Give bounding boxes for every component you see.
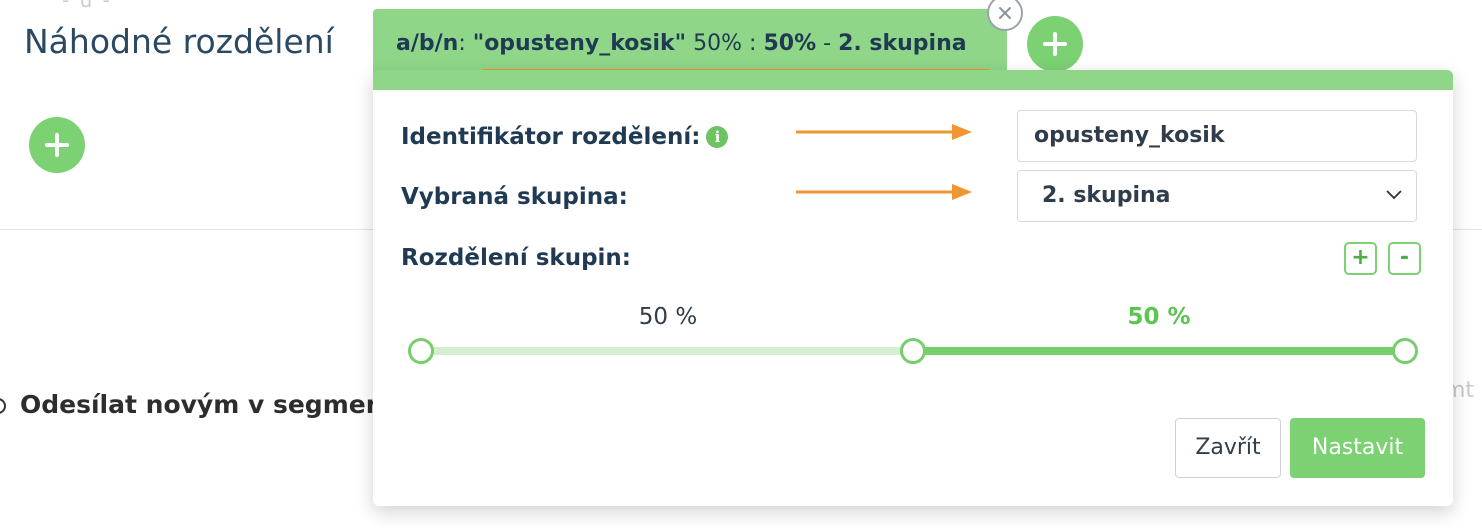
slider-handle-start[interactable] — [408, 338, 434, 364]
arrow-right-icon — [796, 184, 972, 200]
plus-icon — [45, 133, 69, 157]
tab-prefix: a/b/n — [396, 31, 459, 56]
split-label: Rozdělení skupin: — [401, 245, 631, 271]
close-button[interactable]: Zavřít — [1175, 418, 1281, 478]
tab-close-button[interactable] — [987, 0, 1023, 31]
submit-button[interactable]: Nastavit — [1290, 418, 1425, 478]
tab-identifier: "opusteny_kosik" — [472, 31, 687, 56]
tab-first-pct: 50% — [693, 31, 743, 56]
add-group-button[interactable]: + — [1344, 242, 1377, 275]
group-label: Vybraná skupina: — [401, 184, 628, 210]
slider-handle-middle[interactable] — [900, 338, 926, 364]
plus-icon — [1043, 32, 1067, 56]
tab-dash: - — [823, 31, 832, 56]
add-tab-button[interactable] — [1027, 16, 1083, 72]
identifier-input[interactable]: opusteny_kosik — [1017, 110, 1417, 162]
split-settings-panel: Identifikátor rozdělení: i opusteny_kosik… — [373, 70, 1453, 506]
group-select[interactable]: 2. skupina — [1017, 170, 1417, 222]
segment-radio[interactable] — [0, 398, 6, 414]
group-2-percent: 50 % — [1127, 304, 1191, 330]
page-title: Náhodné rozdělení — [24, 22, 334, 61]
add-block-button[interactable] — [29, 117, 85, 173]
remove-group-button[interactable]: - — [1388, 242, 1421, 275]
top-dash: - u - — [62, 0, 112, 12]
info-icon[interactable]: i — [706, 126, 729, 148]
tab-summary: a/b/n: "opusteny_kosik" 50% : 50% - 2. s… — [396, 31, 967, 56]
arrow-right-icon — [796, 124, 972, 140]
identifier-label: Identifikátor rozdělení: i — [401, 124, 729, 150]
segment-option-label: Odesílat novým v segmen — [20, 390, 384, 419]
chevron-down-icon — [1386, 190, 1402, 200]
group-select-value: 2. skupina — [1042, 183, 1171, 208]
slider-track-group-1 — [421, 347, 915, 355]
tab-selected-group: 2. skupina — [838, 31, 967, 56]
tab-selected-pct: 50% — [763, 31, 817, 56]
slider-track-group-2 — [913, 347, 1407, 355]
group-1-percent: 50 % — [638, 304, 698, 330]
tab-separator: : — [749, 31, 757, 56]
close-icon — [999, 7, 1011, 19]
slider-handle-end[interactable] — [1392, 338, 1418, 364]
